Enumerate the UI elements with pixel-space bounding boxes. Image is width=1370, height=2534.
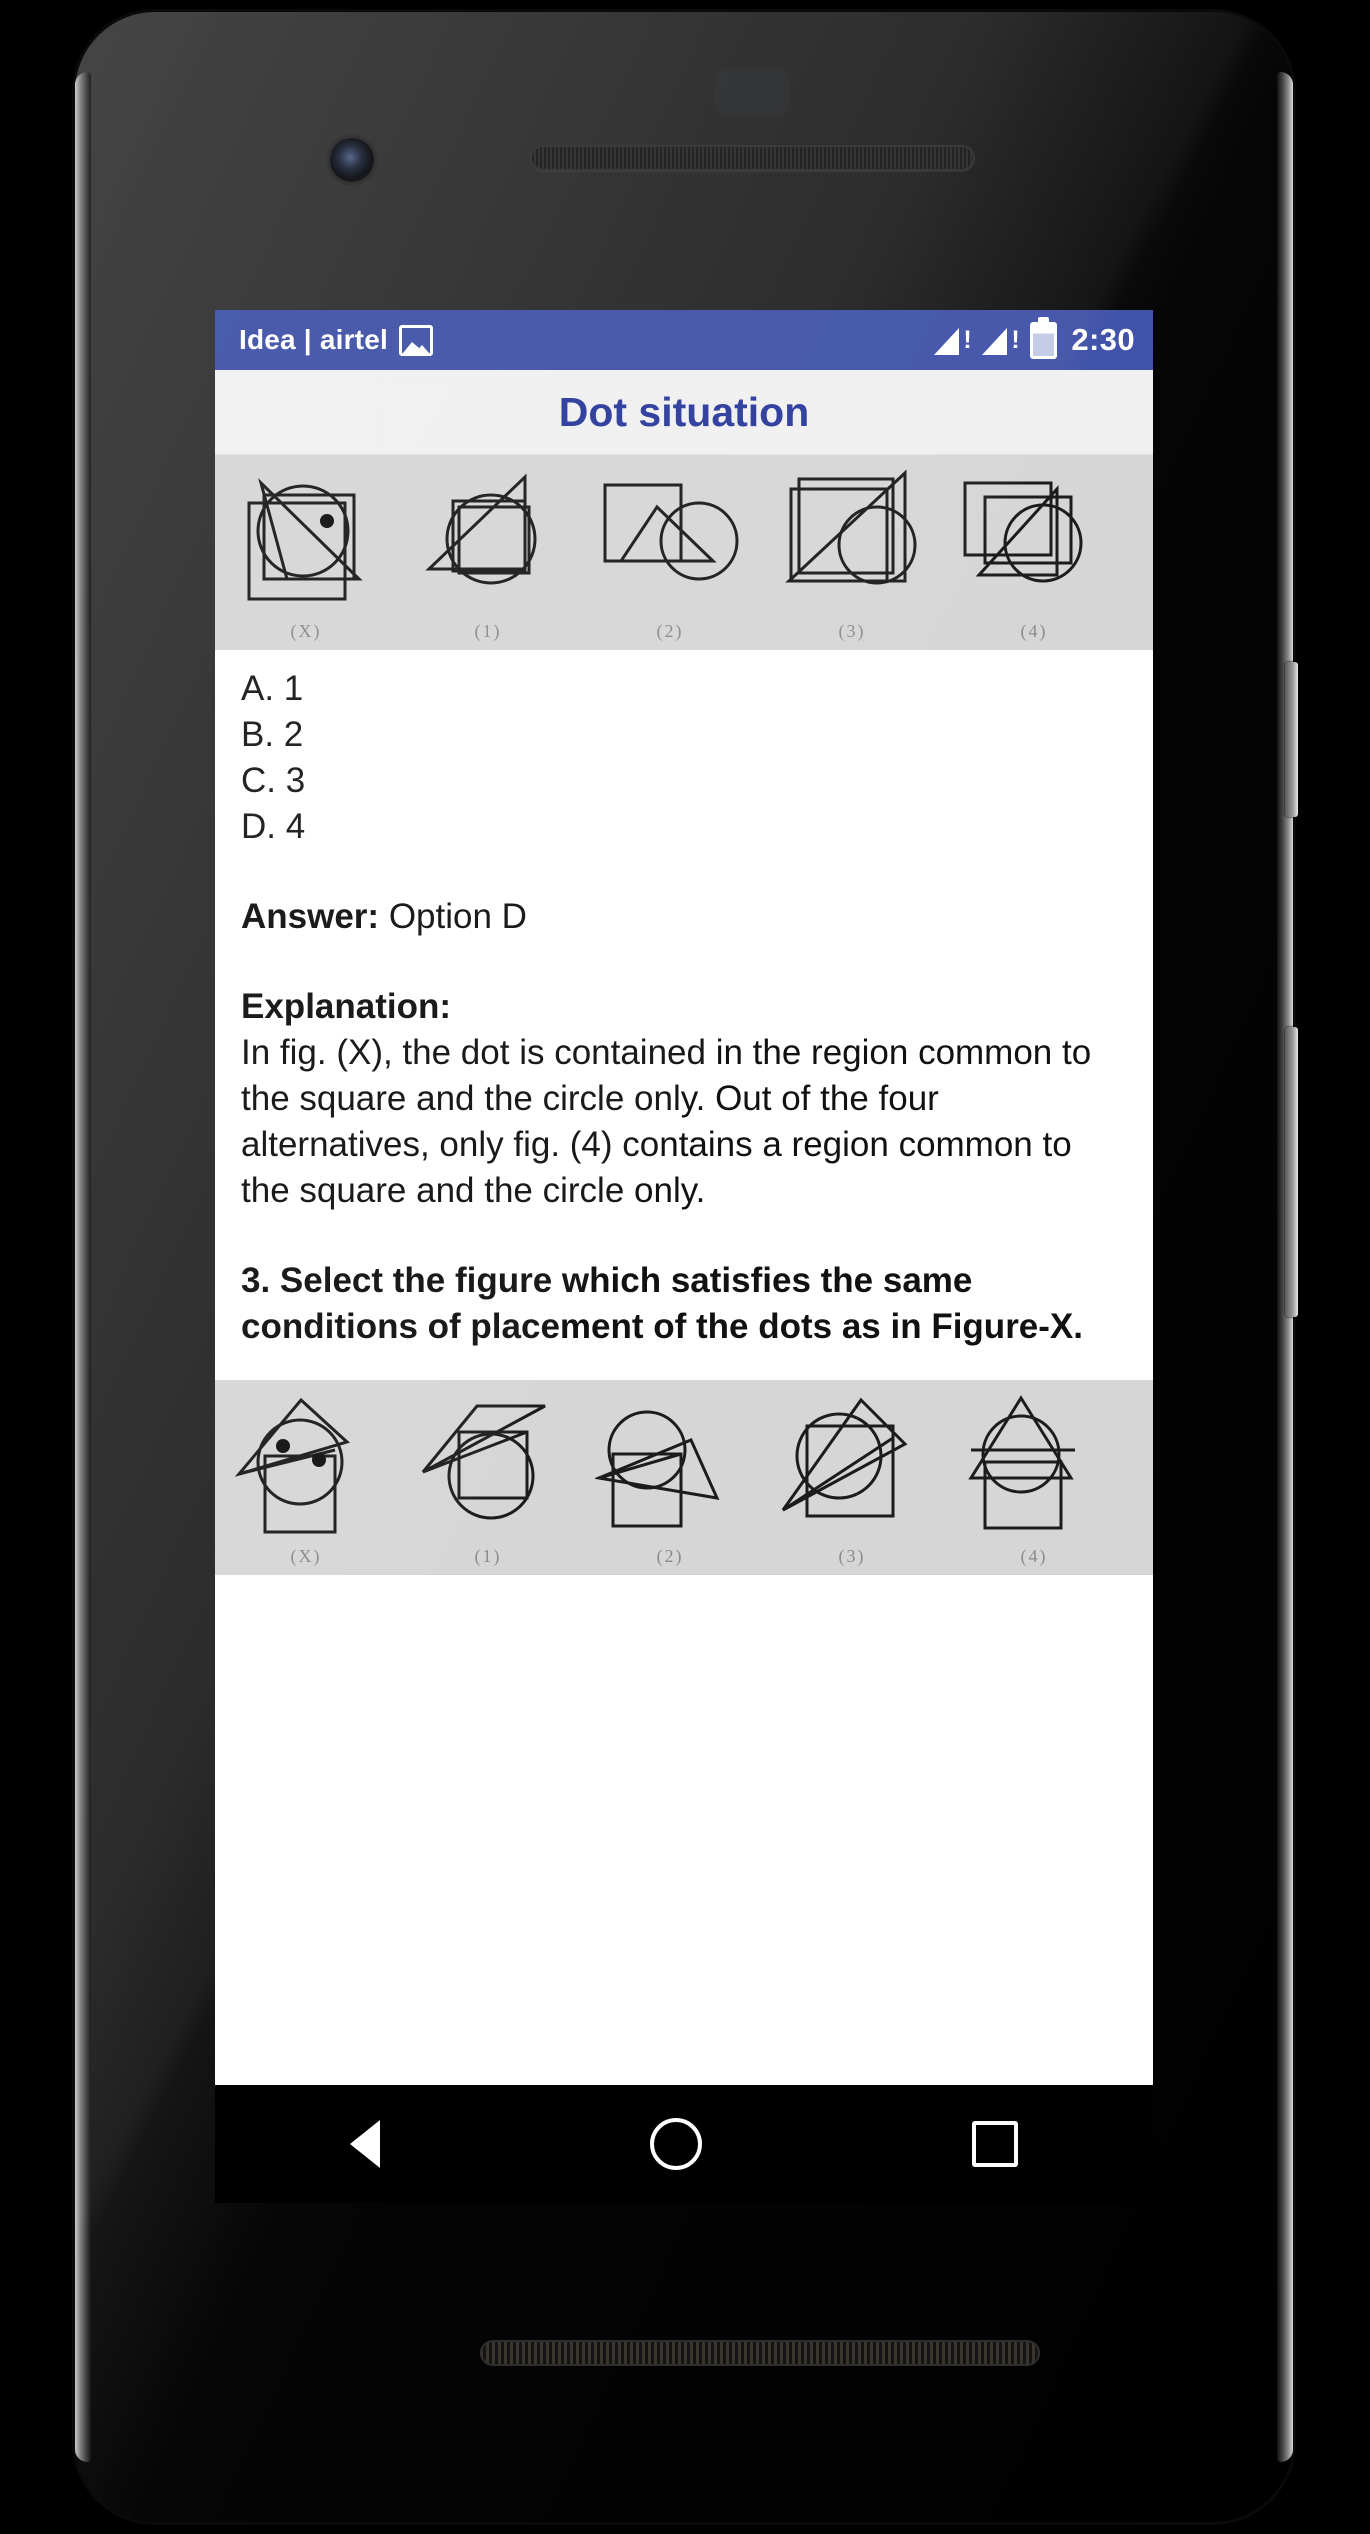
figure-3-drawing — [785, 469, 917, 585]
figure-label: (2) — [656, 1546, 684, 1566]
home-circle-icon[interactable] — [650, 2118, 702, 2170]
dot-marker-2 — [312, 1453, 326, 1467]
answer-row: Answer: Option D — [241, 894, 1127, 940]
figure-2-q3-drawing — [595, 1410, 720, 1528]
left-side-rail — [75, 72, 91, 2462]
figure-2-drawing — [603, 483, 739, 581]
figure-cell-4-q3: (4) — [943, 1380, 1125, 1575]
figure-label: (3) — [838, 621, 866, 641]
option-d[interactable]: D. 4 — [241, 804, 1127, 850]
explanation-label: Explanation: — [241, 987, 452, 1026]
front-camera-icon — [330, 138, 374, 182]
option-c[interactable]: C. 3 — [241, 758, 1127, 804]
carrier-label: Idea | airtel — [239, 324, 388, 355]
signal-bar-warning-icon: ! — [934, 325, 972, 355]
figure-x-drawing — [247, 478, 363, 601]
figure-cell-3-q3: (3) — [761, 1380, 943, 1575]
figure-4-drawing — [963, 481, 1083, 583]
android-navigation-bar — [215, 2085, 1153, 2203]
status-bar-left: Idea | airtel — [239, 324, 433, 356]
phone-device: Idea | airtel ! ! 2:30 Dot situation (X)… — [75, 12, 1298, 2522]
recents-square-icon[interactable] — [972, 2121, 1018, 2167]
figure-label: (4) — [1020, 621, 1048, 641]
figure-label: (1) — [474, 621, 502, 641]
figure-label: (3) — [838, 1546, 866, 1566]
signal-bar-warning-icon-2: ! — [982, 325, 1020, 355]
explanation-text: In fig. (X), the dot is contained in the… — [241, 1033, 1092, 1210]
proximity-sensor — [715, 68, 790, 116]
figure-label: (2) — [656, 621, 684, 641]
figure-3-q3-drawing — [781, 1397, 908, 1518]
figure-strip-question-3: (X) (1) (2) (3) (4) — [215, 1380, 1153, 1575]
option-b[interactable]: B. 2 — [241, 712, 1127, 758]
image-icon — [398, 324, 433, 356]
power-button[interactable] — [1285, 662, 1298, 817]
figure-label: (4) — [1020, 1546, 1048, 1566]
title-bar: Dot situation — [215, 370, 1153, 455]
figure-4-q3-drawing — [968, 1395, 1075, 1530]
figure-label: (1) — [474, 1546, 502, 1566]
figure-1-drawing — [425, 473, 537, 585]
question-3-text: 3. Select the figure which satisfies the… — [241, 1261, 1083, 1346]
figure-cell-4: (4) — [943, 455, 1125, 650]
answer-value: Option D — [388, 897, 527, 936]
figure-cell-2-q3: (2) — [579, 1380, 761, 1575]
volume-rocker-button[interactable] — [1285, 1027, 1298, 1317]
figure-cell-2: (2) — [579, 455, 761, 650]
bottom-speaker — [480, 2340, 1040, 2366]
dot-marker-1 — [276, 1439, 290, 1453]
figure-x-q3-drawing — [234, 1397, 350, 1534]
right-side-rail — [1277, 72, 1298, 2462]
battery-icon — [1030, 316, 1058, 359]
content-area: (X) (1) (2) (3) (4) A. 1 B. 2 C. 3 D. 4 … — [215, 455, 1153, 1575]
figure-1-q3-drawing — [421, 1404, 546, 1520]
figure-cell-3: (3) — [761, 455, 943, 650]
figure-cell-1-q3: (1) — [397, 1380, 579, 1575]
option-a[interactable]: A. 1 — [241, 666, 1127, 712]
back-triangle-icon[interactable] — [350, 2120, 380, 2168]
phone-screen: Idea | airtel ! ! 2:30 Dot situation (X)… — [215, 310, 1153, 2085]
earpiece-speaker — [530, 145, 975, 171]
status-bar-right: ! ! 2:30 — [934, 316, 1135, 359]
clock-label: 2:30 — [1071, 322, 1135, 357]
dot-marker — [320, 514, 334, 528]
figure-cell-x: (X) — [215, 455, 397, 650]
answer-label: Answer: — [241, 897, 380, 936]
question-2-body: A. 1 B. 2 C. 3 D. 4 Answer: Option D Exp… — [215, 650, 1153, 1380]
figure-cell-1: (1) — [397, 455, 579, 650]
figure-cell-x-q3: (X) — [215, 1380, 397, 1575]
figure-label: (X) — [290, 621, 322, 641]
figure-label: (X) — [290, 1546, 322, 1566]
status-bar: Idea | airtel ! ! 2:30 — [215, 310, 1153, 370]
page-title: Dot situation — [558, 388, 810, 435]
figure-strip-question-2: (X) (1) (2) (3) (4) — [215, 455, 1153, 650]
